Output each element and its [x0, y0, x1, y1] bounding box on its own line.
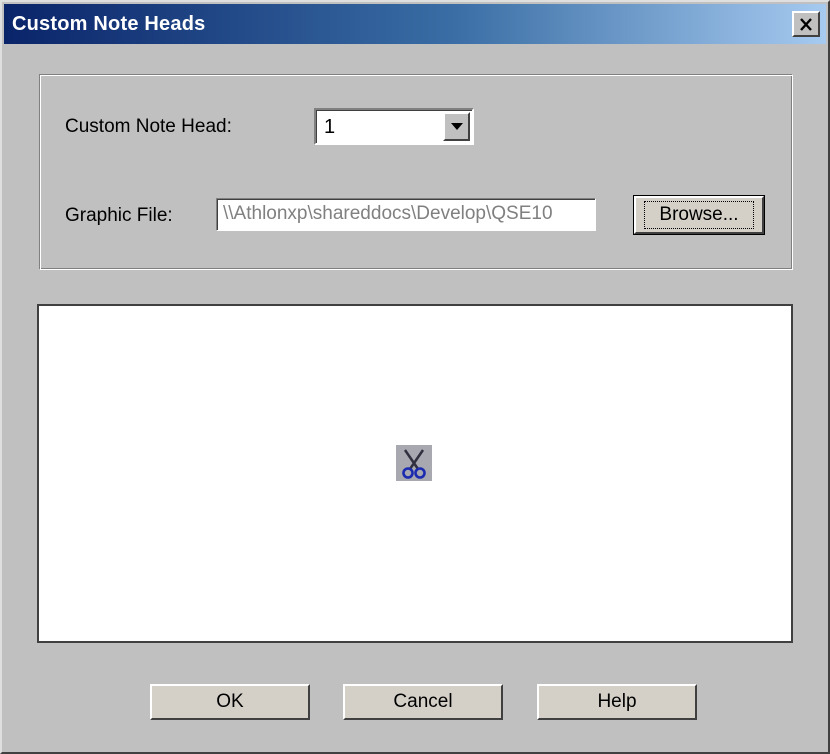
graphic-file-path-field[interactable]: \\Athlonxp\shareddocs\Develop\QSE10 [216, 198, 596, 231]
settings-group [39, 74, 793, 270]
close-icon [800, 17, 812, 31]
dialog-window: Custom Note Heads Custom Note Head: 1 Gr… [0, 0, 830, 754]
scissors-icon [396, 445, 432, 481]
dialog-title: Custom Note Heads [12, 13, 206, 35]
note-head-preview-area [37, 304, 793, 643]
custom-note-head-dropdown[interactable]: 1 [314, 108, 474, 145]
title-bar[interactable]: Custom Note Heads [4, 4, 826, 44]
chevron-down-icon [450, 122, 463, 130]
help-button[interactable]: Help [537, 684, 697, 720]
custom-note-head-label: Custom Note Head: [65, 116, 232, 137]
cancel-button[interactable]: Cancel [343, 684, 503, 720]
dropdown-arrow-button[interactable] [443, 112, 470, 141]
browse-button[interactable]: Browse... [633, 195, 765, 235]
close-button[interactable] [792, 11, 820, 37]
ok-button[interactable]: OK [150, 684, 310, 720]
graphic-file-label: Graphic File: [65, 205, 173, 226]
custom-note-head-value: 1 [324, 116, 336, 138]
browse-button-label: Browse... [644, 201, 754, 229]
